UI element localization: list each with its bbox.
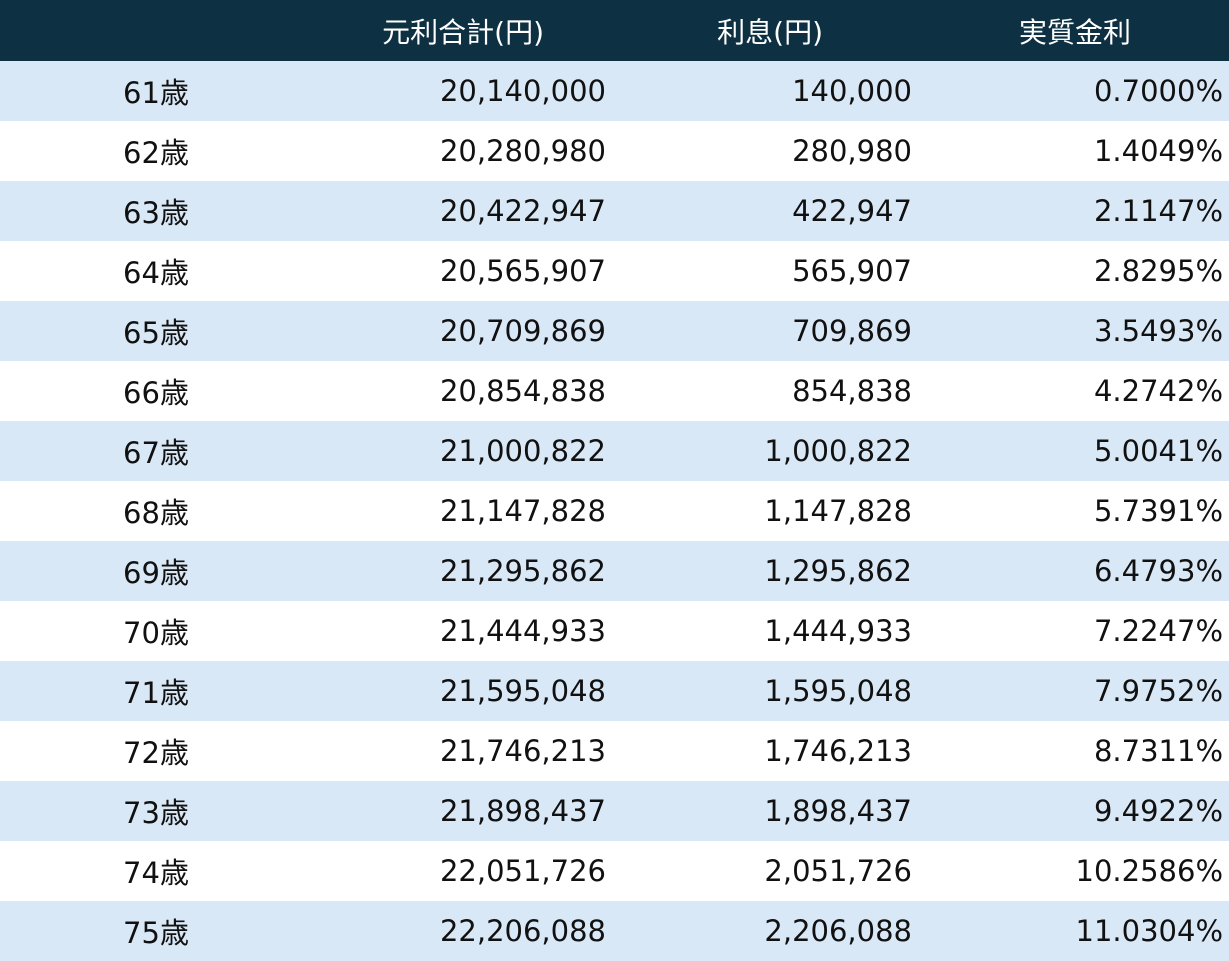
age-cell: 74歳 bbox=[0, 841, 312, 901]
total-cell: 21,147,828 bbox=[312, 481, 608, 541]
interest-cell: 854,838 bbox=[608, 361, 915, 421]
age-cell: 61歳 bbox=[0, 61, 312, 121]
rate-cell: 5.0041% bbox=[915, 421, 1229, 481]
total-cell: 22,051,726 bbox=[312, 841, 608, 901]
table-row: 67歳 21,000,822 1,000,822 5.0041% bbox=[0, 421, 1229, 481]
table-header: 元利合計(円) 利息(円) 実質金利 bbox=[0, 0, 1229, 61]
total-cell: 21,746,213 bbox=[312, 721, 608, 781]
rate-cell: 7.2247% bbox=[915, 601, 1229, 661]
total-cell: 21,295,862 bbox=[312, 541, 608, 601]
interest-cell: 1,898,437 bbox=[608, 781, 915, 841]
total-cell: 22,206,088 bbox=[312, 901, 608, 961]
table-row: 65歳 20,709,869 709,869 3.5493% bbox=[0, 301, 1229, 361]
rate-cell: 5.7391% bbox=[915, 481, 1229, 541]
rate-cell: 1.4049% bbox=[915, 121, 1229, 181]
interest-cell: 1,147,828 bbox=[608, 481, 915, 541]
table-row: 70歳 21,444,933 1,444,933 7.2247% bbox=[0, 601, 1229, 661]
age-cell: 67歳 bbox=[0, 421, 312, 481]
header-interest: 利息(円) bbox=[608, 0, 915, 61]
total-cell: 21,000,822 bbox=[312, 421, 608, 481]
interest-cell: 1,746,213 bbox=[608, 721, 915, 781]
header-age bbox=[0, 0, 312, 61]
interest-cell: 709,869 bbox=[608, 301, 915, 361]
table-row: 71歳 21,595,048 1,595,048 7.9752% bbox=[0, 661, 1229, 721]
interest-cell: 1,295,862 bbox=[608, 541, 915, 601]
rate-cell: 10.2586% bbox=[915, 841, 1229, 901]
total-cell: 20,565,907 bbox=[312, 241, 608, 301]
rate-cell: 3.5493% bbox=[915, 301, 1229, 361]
age-cell: 65歳 bbox=[0, 301, 312, 361]
table-row: 63歳 20,422,947 422,947 2.1147% bbox=[0, 181, 1229, 241]
total-cell: 21,444,933 bbox=[312, 601, 608, 661]
interest-cell: 565,907 bbox=[608, 241, 915, 301]
interest-cell: 1,000,822 bbox=[608, 421, 915, 481]
age-cell: 73歳 bbox=[0, 781, 312, 841]
table-row: 66歳 20,854,838 854,838 4.2742% bbox=[0, 361, 1229, 421]
interest-cell: 140,000 bbox=[608, 61, 915, 121]
table-row: 62歳 20,280,980 280,980 1.4049% bbox=[0, 121, 1229, 181]
total-cell: 20,854,838 bbox=[312, 361, 608, 421]
interest-cell: 2,051,726 bbox=[608, 841, 915, 901]
table-row: 64歳 20,565,907 565,907 2.8295% bbox=[0, 241, 1229, 301]
rate-cell: 2.8295% bbox=[915, 241, 1229, 301]
rate-cell: 8.7311% bbox=[915, 721, 1229, 781]
header-row: 元利合計(円) 利息(円) 実質金利 bbox=[0, 0, 1229, 61]
rate-cell: 4.2742% bbox=[915, 361, 1229, 421]
header-rate: 実質金利 bbox=[915, 0, 1229, 61]
total-cell: 20,140,000 bbox=[312, 61, 608, 121]
age-cell: 64歳 bbox=[0, 241, 312, 301]
age-cell: 69歳 bbox=[0, 541, 312, 601]
total-cell: 20,422,947 bbox=[312, 181, 608, 241]
total-cell: 21,898,437 bbox=[312, 781, 608, 841]
total-cell: 20,280,980 bbox=[312, 121, 608, 181]
age-cell: 62歳 bbox=[0, 121, 312, 181]
table-row: 68歳 21,147,828 1,147,828 5.7391% bbox=[0, 481, 1229, 541]
interest-cell: 1,444,933 bbox=[608, 601, 915, 661]
rate-cell: 9.4922% bbox=[915, 781, 1229, 841]
table-row: 73歳 21,898,437 1,898,437 9.4922% bbox=[0, 781, 1229, 841]
interest-cell: 422,947 bbox=[608, 181, 915, 241]
age-cell: 66歳 bbox=[0, 361, 312, 421]
rate-cell: 7.9752% bbox=[915, 661, 1229, 721]
total-cell: 20,709,869 bbox=[312, 301, 608, 361]
interest-table: 元利合計(円) 利息(円) 実質金利 61歳 20,140,000 140,00… bbox=[0, 0, 1229, 961]
rate-cell: 6.4793% bbox=[915, 541, 1229, 601]
interest-cell: 1,595,048 bbox=[608, 661, 915, 721]
table-row: 61歳 20,140,000 140,000 0.7000% bbox=[0, 61, 1229, 121]
interest-cell: 280,980 bbox=[608, 121, 915, 181]
total-cell: 21,595,048 bbox=[312, 661, 608, 721]
header-total: 元利合計(円) bbox=[312, 0, 608, 61]
table-row: 75歳 22,206,088 2,206,088 11.0304% bbox=[0, 901, 1229, 961]
age-cell: 68歳 bbox=[0, 481, 312, 541]
table-row: 69歳 21,295,862 1,295,862 6.4793% bbox=[0, 541, 1229, 601]
rate-cell: 2.1147% bbox=[915, 181, 1229, 241]
age-cell: 71歳 bbox=[0, 661, 312, 721]
rate-cell: 11.0304% bbox=[915, 901, 1229, 961]
interest-cell: 2,206,088 bbox=[608, 901, 915, 961]
table-row: 74歳 22,051,726 2,051,726 10.2586% bbox=[0, 841, 1229, 901]
age-cell: 72歳 bbox=[0, 721, 312, 781]
table-row: 72歳 21,746,213 1,746,213 8.7311% bbox=[0, 721, 1229, 781]
table-body: 61歳 20,140,000 140,000 0.7000% 62歳 20,28… bbox=[0, 61, 1229, 961]
age-cell: 75歳 bbox=[0, 901, 312, 961]
rate-cell: 0.7000% bbox=[915, 61, 1229, 121]
age-cell: 63歳 bbox=[0, 181, 312, 241]
age-cell: 70歳 bbox=[0, 601, 312, 661]
